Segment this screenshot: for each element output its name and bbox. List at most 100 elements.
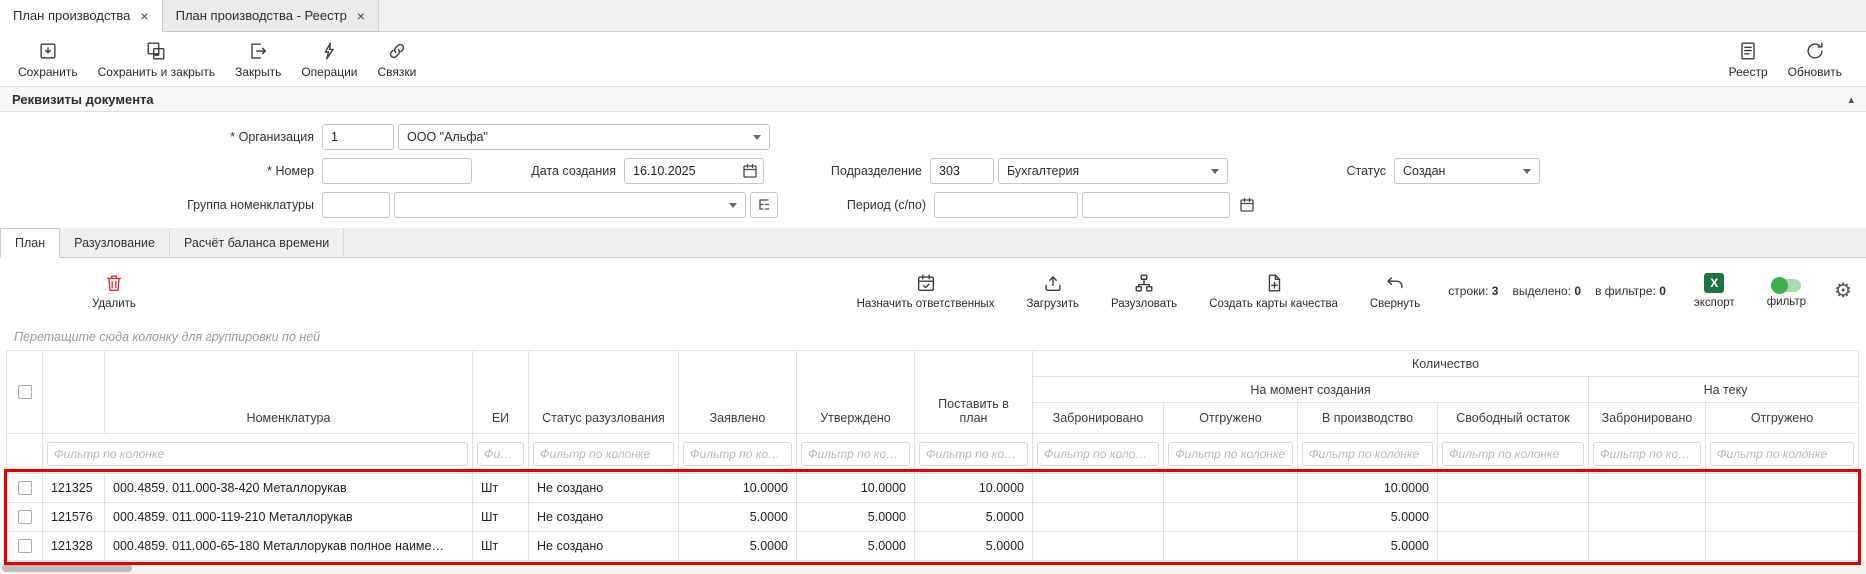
- table-row[interactable]: 121325 000.4859. 011.000-38-420 Металлор…: [7, 474, 1859, 503]
- column-header-free-balance[interactable]: Свободный остаток: [1438, 403, 1589, 434]
- column-header-to-plan[interactable]: Поставить в план: [915, 351, 1033, 434]
- cell-to-plan[interactable]: 10.0000: [915, 474, 1033, 503]
- cell-unit[interactable]: Шт: [473, 474, 529, 503]
- calendar-icon[interactable]: [742, 163, 758, 179]
- cell-reserved[interactable]: [1033, 503, 1164, 532]
- status-select[interactable]: Создан: [1394, 158, 1540, 184]
- cell-reserved2[interactable]: [1589, 474, 1706, 503]
- create-quality-cards-button[interactable]: Создать карты качества: [1205, 270, 1342, 312]
- tab-razuzlovanie[interactable]: Разузлование: [60, 228, 170, 257]
- cell-declared[interactable]: 5.0000: [679, 532, 797, 561]
- column-header-in-production[interactable]: В производство: [1298, 403, 1438, 434]
- cell-id[interactable]: 121576: [43, 503, 105, 532]
- cell-explode-status[interactable]: Не создано: [529, 503, 679, 532]
- cell-to-plan[interactable]: 5.0000: [915, 503, 1033, 532]
- cell-declared[interactable]: 5.0000: [679, 503, 797, 532]
- filter-input-free-balance[interactable]: [1442, 442, 1584, 466]
- horizontal-scrollbar[interactable]: [0, 562, 1866, 574]
- column-header-nomenclature[interactable]: Номенклатура: [105, 351, 473, 434]
- cell-reserved2[interactable]: [1589, 532, 1706, 561]
- links-button[interactable]: Связки: [367, 37, 426, 82]
- filter-input-approved[interactable]: [801, 442, 910, 466]
- cell-free-balance[interactable]: [1438, 474, 1589, 503]
- column-header-approved[interactable]: Утверждено: [797, 351, 915, 434]
- nomenclature-group-select[interactable]: [394, 192, 746, 218]
- table-row[interactable]: 121576 000.4859. 011.000-119-210 Металло…: [7, 503, 1859, 532]
- cell-explode-status[interactable]: Не создано: [529, 474, 679, 503]
- filter-input-declared[interactable]: [683, 442, 792, 466]
- cell-nomenclature[interactable]: 000.4859. 011.000-119-210 Металлорукав: [105, 503, 473, 532]
- column-header-shipped2[interactable]: Отгружено: [1706, 403, 1859, 434]
- tab-plan-reestr[interactable]: План производства - Реестр ×: [163, 0, 379, 31]
- cell-reserved[interactable]: [1033, 474, 1164, 503]
- export-excel-button[interactable]: X экспорт: [1690, 271, 1739, 311]
- tab-raschet-balansa[interactable]: Расчёт баланса времени: [170, 228, 344, 257]
- close-icon[interactable]: ×: [140, 9, 148, 23]
- column-header-reserved[interactable]: Забронировано: [1033, 403, 1164, 434]
- cell-approved[interactable]: 5.0000: [797, 503, 915, 532]
- close-button[interactable]: Закрыть: [225, 37, 291, 82]
- cell-shipped[interactable]: [1164, 474, 1298, 503]
- tab-plan-proizvodstva[interactable]: План производства ×: [0, 0, 163, 32]
- hierarchy-select-button[interactable]: [750, 192, 778, 218]
- cell-free-balance[interactable]: [1438, 503, 1589, 532]
- operations-button[interactable]: Операции: [291, 37, 367, 82]
- filter-input-nomenclature[interactable]: [47, 442, 468, 466]
- nomenclature-group-code-field[interactable]: [322, 192, 390, 218]
- column-header-shipped[interactable]: Отгружено: [1164, 403, 1298, 434]
- cell-to-plan[interactable]: 5.0000: [915, 532, 1033, 561]
- row-checkbox[interactable]: [18, 510, 32, 524]
- filter-input-to-plan[interactable]: [919, 442, 1028, 466]
- tab-plan[interactable]: План: [0, 228, 60, 258]
- filter-input-shipped[interactable]: [1168, 442, 1293, 466]
- department-select[interactable]: Бухгалтерия: [998, 158, 1228, 184]
- close-icon[interactable]: ×: [357, 9, 365, 23]
- cell-shipped[interactable]: [1164, 532, 1298, 561]
- column-header-explode-status[interactable]: Статус разузлования: [529, 351, 679, 434]
- cell-unit[interactable]: Шт: [473, 532, 529, 561]
- number-field[interactable]: [322, 158, 472, 184]
- collapse-rows-button[interactable]: Свернуть: [1366, 270, 1424, 312]
- cell-explode-status[interactable]: Не создано: [529, 532, 679, 561]
- cell-shipped[interactable]: [1164, 503, 1298, 532]
- organization-select[interactable]: ООО "Альфа": [398, 124, 770, 150]
- cell-in-production[interactable]: 5.0000: [1298, 532, 1438, 561]
- cell-shipped2[interactable]: [1706, 503, 1859, 532]
- filter-input-shipped2[interactable]: [1710, 442, 1854, 466]
- assign-responsible-button[interactable]: Назначить ответственных: [853, 270, 999, 312]
- filter-input-unit[interactable]: [477, 442, 524, 466]
- table-row[interactable]: 121328 000.4859. 011.000-65-180 Металлор…: [7, 532, 1859, 561]
- select-all-checkbox[interactable]: [18, 385, 32, 399]
- filter-input-in-production[interactable]: [1302, 442, 1433, 466]
- load-button[interactable]: Загрузить: [1022, 270, 1083, 312]
- cell-id[interactable]: 121328: [43, 532, 105, 561]
- scrollbar-thumb[interactable]: [2, 564, 132, 572]
- cell-in-production[interactable]: 5.0000: [1298, 503, 1438, 532]
- cell-shipped2[interactable]: [1706, 532, 1859, 561]
- save-button[interactable]: Сохранить: [8, 37, 88, 82]
- period-from-field[interactable]: [934, 192, 1078, 218]
- cell-approved[interactable]: 5.0000: [797, 532, 915, 561]
- column-header-reserved2[interactable]: Забронировано: [1589, 403, 1706, 434]
- organization-code-field[interactable]: [322, 124, 394, 150]
- row-checkbox[interactable]: [18, 481, 32, 495]
- cell-shipped2[interactable]: [1706, 474, 1859, 503]
- filter-toggle-button[interactable]: фильтр: [1763, 273, 1810, 310]
- column-header-unit[interactable]: ЕИ: [473, 351, 529, 434]
- cell-nomenclature[interactable]: 000.4859. 011.000-65-180 Металлорукав по…: [105, 532, 473, 561]
- period-calendar-button[interactable]: [1234, 192, 1260, 218]
- cell-reserved2[interactable]: [1589, 503, 1706, 532]
- filter-input-reserved2[interactable]: [1593, 442, 1701, 466]
- cell-free-balance[interactable]: [1438, 532, 1589, 561]
- cell-reserved[interactable]: [1033, 532, 1164, 561]
- refresh-button[interactable]: Обновить: [1778, 37, 1852, 82]
- cell-id[interactable]: 121325: [43, 474, 105, 503]
- save-and-close-button[interactable]: Сохранить и закрыть: [88, 37, 225, 82]
- department-code-field[interactable]: [930, 158, 994, 184]
- cell-unit[interactable]: Шт: [473, 503, 529, 532]
- collapse-section-button[interactable]: ▴: [1848, 93, 1854, 106]
- toggle-switch-icon[interactable]: [1771, 279, 1801, 292]
- cell-approved[interactable]: 10.0000: [797, 474, 915, 503]
- filter-input-reserved[interactable]: [1037, 442, 1159, 466]
- period-to-field[interactable]: [1082, 192, 1230, 218]
